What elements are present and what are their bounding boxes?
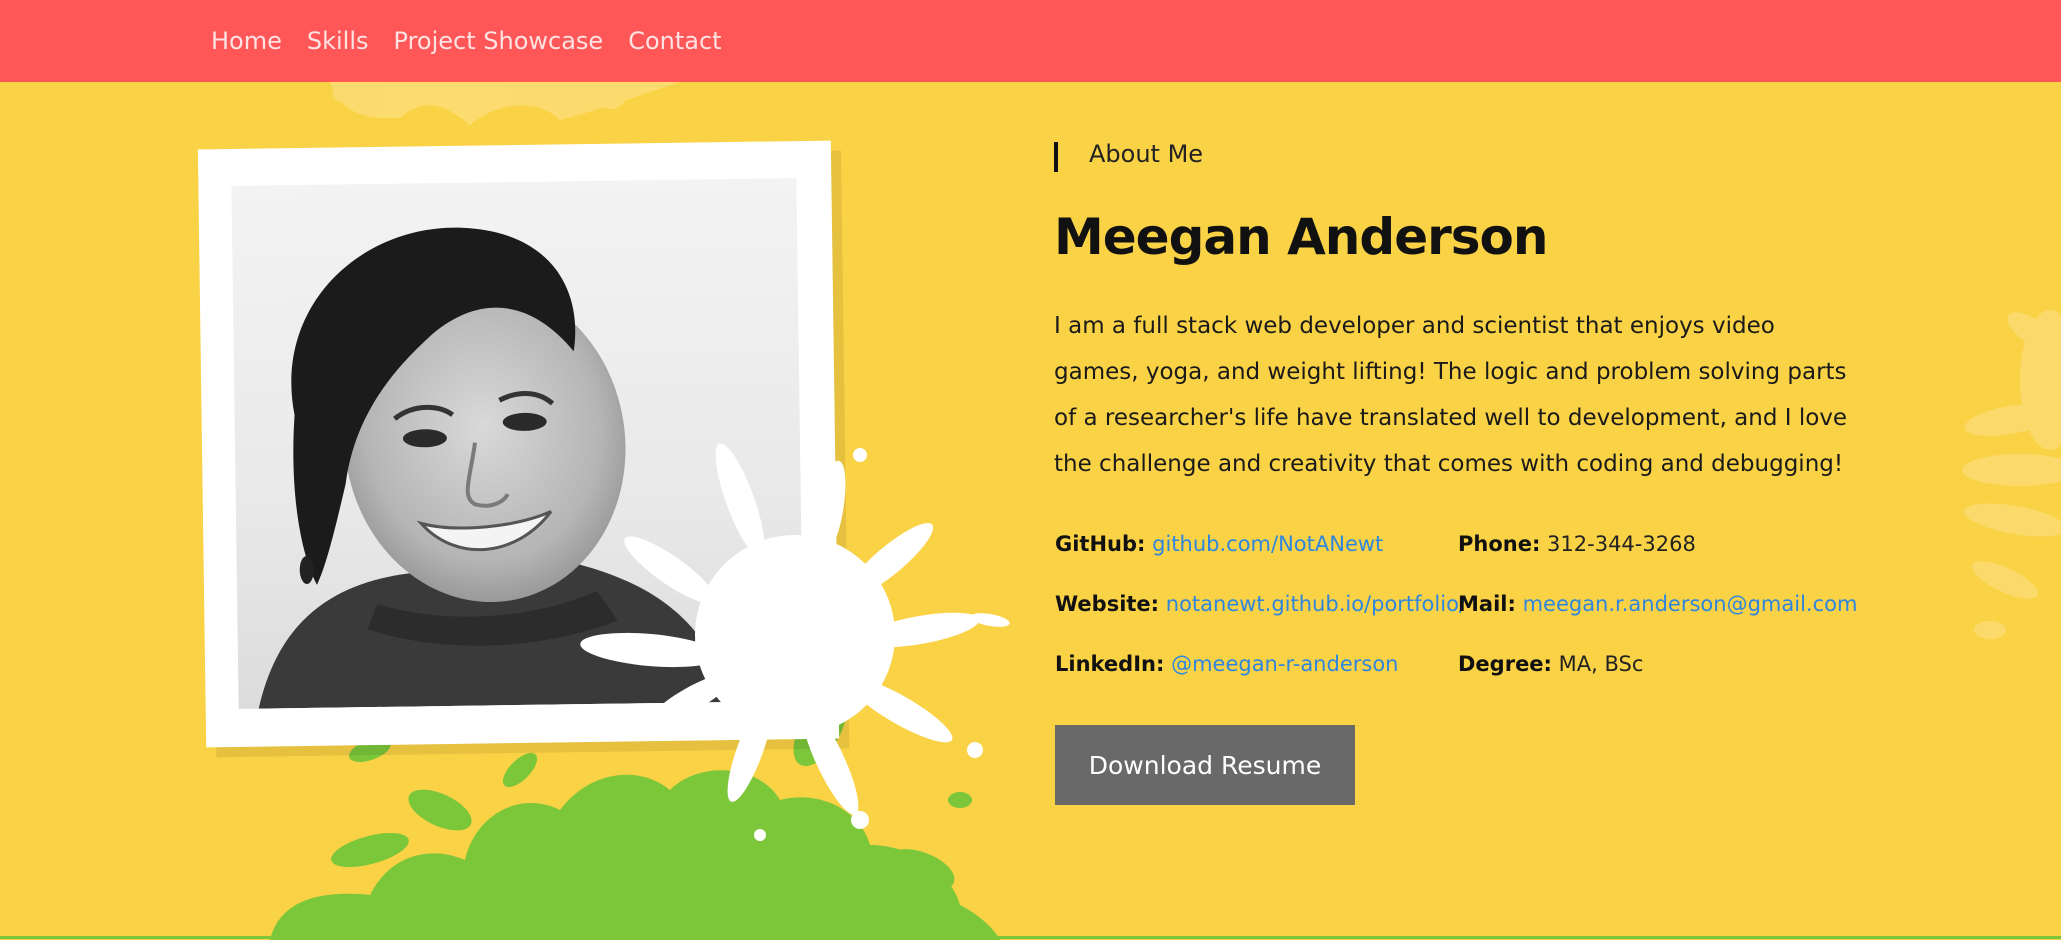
nav-link-home[interactable]: Home [211, 29, 282, 53]
degree-value: MA, BSc [1558, 652, 1644, 676]
degree-label: Degree: [1458, 652, 1552, 676]
download-resume-button[interactable]: Download Resume [1055, 725, 1355, 805]
profile-name: Meegan Anderson [1054, 208, 1548, 266]
website-link[interactable]: notanewt.github.io/portfolio/ [1166, 592, 1466, 616]
mail-label: Mail: [1458, 592, 1516, 616]
white-paint-splat [580, 443, 1010, 841]
linkedin-link[interactable]: @meegan-r-anderson [1171, 652, 1398, 676]
mail-info: Mail: meegan.r.anderson@gmail.com [1458, 592, 1857, 616]
website-label: Website: [1055, 592, 1160, 616]
website-info: Website: notanewt.github.io/portfolio/ [1055, 592, 1466, 616]
mail-link[interactable]: meegan.r.anderson@gmail.com [1523, 592, 1858, 616]
github-info: GitHub: github.com/NotANewt [1055, 532, 1383, 556]
nav-links: Home Skills Project Showcase Contact [211, 0, 747, 82]
nav-link-contact[interactable]: Contact [628, 29, 721, 53]
linkedin-info: LinkedIn: @meegan-r-anderson [1055, 652, 1398, 676]
phone-value: 312-344-3268 [1547, 532, 1696, 556]
top-navbar: Home Skills Project Showcase Contact [0, 0, 2061, 82]
linkedin-label: LinkedIn: [1055, 652, 1165, 676]
bio-paragraph: I am a full stack web developer and scie… [1054, 313, 1848, 477]
section-label-accent-bar [1054, 142, 1058, 172]
nav-link-project-showcase[interactable]: Project Showcase [394, 29, 604, 53]
phone-info: Phone: 312-344-3268 [1458, 532, 1696, 556]
degree-info: Degree: MA, BSc [1458, 652, 1643, 676]
section-label: About Me [1089, 140, 1204, 168]
github-link[interactable]: github.com/NotANewt [1152, 532, 1383, 556]
nav-link-skills[interactable]: Skills [307, 29, 369, 53]
phone-label: Phone: [1458, 532, 1541, 556]
github-label: GitHub: [1055, 532, 1146, 556]
